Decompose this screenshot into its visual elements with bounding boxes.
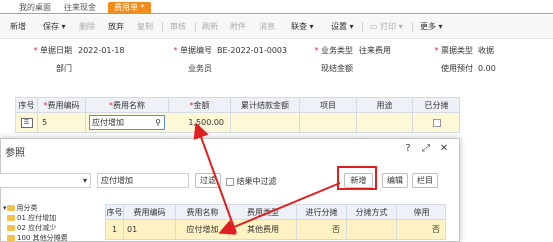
annotation-arrows xyxy=(193,122,341,235)
arrow-to-grid-amount xyxy=(193,122,237,234)
arrow-to-reference-row xyxy=(218,182,341,235)
